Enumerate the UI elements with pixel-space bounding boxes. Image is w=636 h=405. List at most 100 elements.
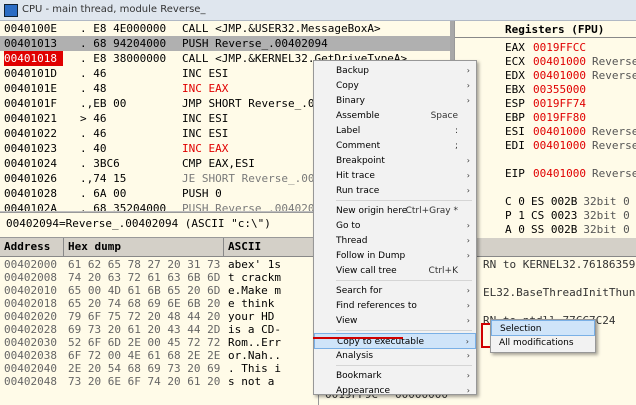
register-value: 00355000 — [533, 83, 586, 96]
disasm-addr: 00401026 — [4, 172, 57, 185]
register-extra: 32bit 0 — [583, 209, 630, 222]
menu-item-thread[interactable]: Thread › — [314, 233, 476, 249]
menu-separator — [336, 280, 472, 281]
chevron-right-icon: › — [466, 371, 470, 380]
submenu-item-selection[interactable]: Selection — [491, 320, 595, 336]
register-name: EIP — [505, 167, 525, 180]
dump-row[interactable]: 00402008 74 20 63 72 61 63 6B 6D t crackm — [0, 271, 318, 284]
menu-item-go-to[interactable]: Go to › — [314, 218, 476, 234]
dump-address: 00402040 — [4, 362, 57, 375]
register-row[interactable]: EIP 00401000 Reverse — [505, 167, 636, 181]
register-row[interactable]: EBP 0019FF80 — [505, 111, 592, 125]
dump-row[interactable]: 00402048 73 20 6E 6F 74 20 61 20 s not a — [0, 375, 318, 388]
register-row[interactable]: EDI 00401000 Reverse — [505, 139, 636, 153]
register-row[interactable]: ECX 00401000 Reverse — [505, 55, 636, 69]
dump-hex: 79 6F 75 72 20 48 44 20 — [68, 310, 221, 323]
annotation-underline — [313, 337, 403, 339]
register-name: EAX — [505, 41, 525, 54]
register-name: EDI — [505, 139, 525, 152]
dump-ascii: Rom..Err — [228, 336, 281, 349]
disasm-addr: 0040101E — [4, 82, 57, 95]
dump-row[interactable]: 00402038 6F 72 00 4E 61 68 2E 2E or.Nah.. — [0, 349, 318, 362]
disasm-hex: . 46 — [80, 127, 107, 140]
chevron-right-icon: › — [466, 171, 470, 180]
dump-hex: 6F 72 00 4E 61 68 2E 2E — [68, 349, 221, 362]
register-value: CS 0023 — [531, 209, 578, 222]
menu-item-copy[interactable]: Copy › — [314, 78, 476, 94]
chevron-right-icon: › — [466, 81, 470, 90]
dump-header-hex[interactable]: Hex dump — [64, 238, 224, 256]
dump-header-ascii[interactable]: ASCII — [224, 238, 318, 256]
menu-item-view-call-tree[interactable]: View call tree Ctrl+K — [314, 263, 476, 279]
disasm-addr: 00401022 — [4, 127, 57, 140]
title-bar: CPU - main thread, module Reverse_ — [0, 0, 636, 21]
register-row[interactable]: A 0 SS 002B 32bit 0 — [505, 223, 630, 237]
menu-separator — [336, 200, 472, 201]
hex-dump-pane[interactable]: Address Hex dump ASCII 00402000 61 62 65 … — [0, 238, 318, 405]
menu-item-bookmark[interactable]: Bookmark › — [314, 368, 476, 384]
menu-item-find-references-to[interactable]: Find references to › — [314, 298, 476, 314]
cpu-window-icon — [4, 4, 18, 17]
menu-item-label[interactable]: Label: — [314, 123, 476, 139]
menu-item-analysis[interactable]: Analysis › — [314, 348, 476, 364]
menu-item-search-for[interactable]: Search for › — [314, 283, 476, 299]
register-row[interactable] — [505, 181, 539, 195]
menu-item-shortcut: Ctrl+K — [428, 266, 458, 276]
registers-header[interactable]: Registers (FPU) — [455, 21, 636, 38]
register-value: 00401000 — [533, 69, 586, 82]
disasm-cmd: PUSH Reverse_.00402035 — [182, 202, 328, 211]
register-row[interactable] — [505, 153, 539, 167]
menu-item-copy-to-executable[interactable]: Copy to executable › — [314, 333, 476, 349]
register-row[interactable]: EBX 00355000 — [505, 83, 592, 97]
disasm-hex: . 48 — [80, 82, 107, 95]
dump-row[interactable]: 00402020 79 6F 75 72 20 48 44 20 your HD — [0, 310, 318, 323]
menu-item-breakpoint[interactable]: Breakpoint › — [314, 153, 476, 169]
disasm-row[interactable]: 00401013 . 68 94204000 PUSH Reverse_.00402… — [0, 36, 450, 51]
menu-item-label: Copy — [336, 81, 359, 91]
menu-item-follow-in-dump[interactable]: Follow in Dump › — [314, 248, 476, 264]
registers-pane[interactable]: Registers (FPU) EAX 0019FFCC ECX 00401000 Re… — [454, 21, 636, 256]
info-text: 00402094=Reverse_.00402094 (ASCII "c:\") — [6, 217, 271, 230]
menu-item-view[interactable]: View › — [314, 313, 476, 329]
register-row[interactable]: P 1 CS 0023 32bit 0 — [505, 209, 630, 223]
dump-row[interactable]: 00402028 69 73 20 61 20 43 44 2D is a CD- — [0, 323, 318, 336]
register-name: ECX — [505, 55, 525, 68]
menu-item-comment[interactable]: Comment; — [314, 138, 476, 154]
menu-item-label: Appearance — [336, 386, 391, 396]
dump-row[interactable]: 00402030 52 6F 6D 2E 00 45 72 72 Rom..Err — [0, 336, 318, 349]
submenu-item-all-modifications[interactable]: All modifications — [491, 335, 595, 351]
menu-item-hit-trace[interactable]: Hit trace › — [314, 168, 476, 184]
menu-item-binary[interactable]: Binary › — [314, 93, 476, 109]
menu-item-new-origin-here[interactable]: New origin here Ctrl+Gray * — [314, 203, 476, 219]
menu-item-run-trace[interactable]: Run trace › — [314, 183, 476, 199]
dump-ascii: e.Make m — [228, 284, 281, 297]
register-row[interactable]: ESI 00401000 Reverse — [505, 125, 636, 139]
dump-row[interactable]: 00402018 65 20 74 68 69 6E 6B 20 e think — [0, 297, 318, 310]
dump-ascii: e think — [228, 297, 275, 310]
disasm-hex: . 6A 00 — [80, 187, 127, 200]
register-name: EBX — [505, 83, 525, 96]
register-extra: Reverse — [591, 167, 636, 180]
dump-hex: 74 20 63 72 61 63 6B 6D — [68, 271, 221, 284]
disasm-hex: . 68 35204000 — [80, 202, 167, 211]
menu-item-backup[interactable]: Backup › — [314, 63, 476, 79]
dump-row[interactable]: 00402000 61 62 65 78 27 20 31 73 abex' 1s — [0, 258, 318, 271]
register-row[interactable]: C 0 ES 002B 32bit 0 — [505, 195, 630, 209]
menu-item-appearance[interactable]: Appearance › — [314, 383, 476, 399]
menu-item-label: View call tree — [336, 266, 397, 276]
chevron-right-icon: › — [466, 156, 470, 165]
register-row[interactable]: EAX 0019FFCC — [505, 41, 592, 55]
disasm-row[interactable]: 0040100E . E8 4E000000 CALL <JMP.&USER32.M… — [0, 21, 450, 36]
dump-row[interactable]: 00402010 65 00 4D 61 6B 65 20 6D e.Make m — [0, 284, 318, 297]
menu-item-label: Backup — [336, 66, 369, 76]
register-row[interactable]: ESP 0019FF74 — [505, 97, 592, 111]
dump-row[interactable]: 00402040 2E 20 54 68 69 73 20 69 . This i — [0, 362, 318, 375]
menu-item-shortcut: ; — [454, 141, 458, 151]
register-row[interactable]: EDX 00401000 Reverse — [505, 69, 636, 83]
register-name: EBP — [505, 111, 525, 124]
stack-comment: EL32.BaseThreadInitThunk — [483, 286, 636, 299]
menu-item-label: Label — [336, 126, 361, 136]
menu-item-assemble[interactable]: Assemble Space — [314, 108, 476, 124]
menu-item-shortcut: Space — [430, 111, 458, 121]
dump-header-address[interactable]: Address — [0, 238, 64, 256]
